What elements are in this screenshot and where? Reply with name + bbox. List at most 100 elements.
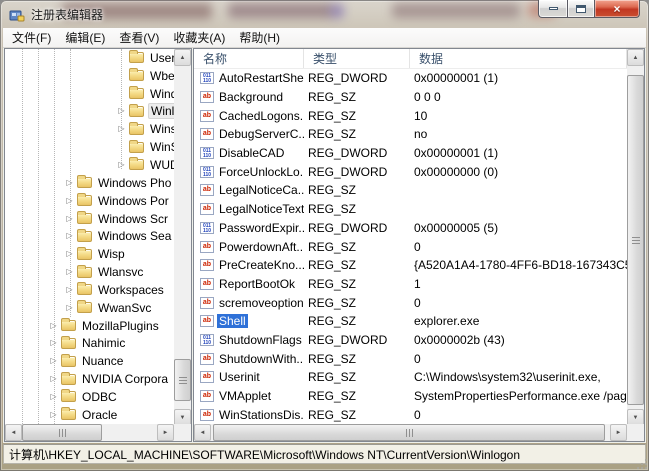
expand-arrow-icon[interactable]: ▷ xyxy=(49,375,58,383)
value-name-cell: 011110DisableCAD xyxy=(194,146,304,160)
tree-item-wisp[interactable]: ▷Wisp xyxy=(5,245,174,263)
close-button[interactable]: × xyxy=(595,0,640,18)
registry-value-row[interactable]: 011110ForceUnlockLo...REG_DWORD0x0000000… xyxy=(194,162,627,181)
tree-item-wlansvc[interactable]: ▷ Wlansvc xyxy=(5,263,174,281)
registry-value-row[interactable]: abLegalNoticeTextREG_SZ xyxy=(194,200,627,219)
registry-value-row[interactable]: 011110PasswordExpir...REG_DWORD0x0000000… xyxy=(194,219,627,238)
registry-value-row[interactable]: abShellREG_SZexplorer.exe xyxy=(194,312,627,331)
expand-arrow-icon[interactable]: ▷ xyxy=(49,393,58,401)
registry-value-row[interactable]: abUserinitREG_SZC:\Windows\system32\user… xyxy=(194,368,627,387)
registry-value-row[interactable]: abDebugServerC...REG_SZno xyxy=(194,125,627,144)
tree-vscroll-thumb[interactable] xyxy=(174,359,191,401)
expand-arrow-icon[interactable]: ▷ xyxy=(65,286,74,294)
folder-icon xyxy=(77,302,92,313)
expand-arrow-icon[interactable]: ▷ xyxy=(49,411,58,419)
column-header-data[interactable]: 数据 xyxy=(410,49,627,68)
list-vscroll-thumb[interactable] xyxy=(627,75,644,405)
column-header-type[interactable]: 类型 xyxy=(304,49,410,68)
tree-item-nvidia-corpora[interactable]: ▷NVIDIA Corpora xyxy=(5,370,174,388)
scroll-up-icon[interactable]: ▲ xyxy=(627,49,644,66)
value-list: 011110AutoRestartShellREG_DWORD0x0000000… xyxy=(194,69,627,424)
registry-value-row[interactable]: 011110AutoRestartShellREG_DWORD0x0000000… xyxy=(194,69,627,88)
list-vertical-scrollbar[interactable]: ▲ ▼ xyxy=(627,49,644,426)
tree-item-windows-por[interactable]: ▷Windows Por xyxy=(5,192,174,210)
value-type: REG_DWORD xyxy=(304,146,410,160)
expand-arrow-icon[interactable]: ▷ xyxy=(65,304,74,312)
expand-arrow-icon[interactable]: ▷ xyxy=(65,215,74,223)
value-data: 1 xyxy=(410,277,627,291)
registry-value-row[interactable]: abBackgroundREG_SZ0 0 0 xyxy=(194,88,627,107)
expand-arrow-icon[interactable]: ▷ xyxy=(65,179,74,187)
tree-vertical-scrollbar[interactable]: ▲ ▼ xyxy=(174,49,191,426)
expand-arrow-icon[interactable]: ▷ xyxy=(117,107,126,115)
menu-item-favorites[interactable]: 收藏夹(A) xyxy=(166,27,232,48)
tree-item-winlog[interactable]: ▷Winlog xyxy=(5,103,174,121)
tree-item-nahimic[interactable]: ▷Nahimic xyxy=(5,335,174,353)
scroll-up-icon[interactable]: ▲ xyxy=(174,49,191,66)
registry-value-row[interactable]: abPreCreateKno...REG_SZ{A520A1A4-1780-4F… xyxy=(194,256,627,275)
expand-arrow-icon[interactable]: ▷ xyxy=(117,125,126,133)
tree-item-label: Wlansvc xyxy=(96,265,145,279)
menu-item-help[interactable]: 帮助(H) xyxy=(232,27,287,48)
regedit-app-icon xyxy=(9,7,25,23)
minimize-button[interactable] xyxy=(538,0,567,18)
value-type: REG_SZ xyxy=(304,296,410,310)
tree-item-mozillaplugins[interactable]: ▷MozillaPlugins xyxy=(5,317,174,335)
expand-arrow-icon[interactable]: ▷ xyxy=(49,322,58,330)
column-header-name[interactable]: 名称 xyxy=(194,49,304,68)
title-bar[interactable]: 注册表编辑器 × xyxy=(0,0,649,28)
tree-item-userin[interactable]: Userin xyxy=(5,49,174,67)
tree-item-wwansvc[interactable]: ▷WwanSvc xyxy=(5,299,174,317)
tree-horizontal-scrollbar[interactable]: ◄ ► xyxy=(5,424,174,441)
expand-arrow-icon[interactable]: ▷ xyxy=(49,357,58,365)
scroll-right-icon[interactable]: ► xyxy=(610,424,627,441)
tree-hscroll-thumb[interactable] xyxy=(22,424,102,441)
value-name: DisableCAD xyxy=(217,146,286,160)
tree-item-nuance[interactable]: ▷Nuance xyxy=(5,352,174,370)
registry-value-row[interactable]: abscremoveoptionREG_SZ0 xyxy=(194,293,627,312)
tree-item-winsa[interactable]: WinSA xyxy=(5,138,174,156)
expand-arrow-icon[interactable]: ▷ xyxy=(65,268,74,276)
registry-value-row[interactable]: 011110ShutdownFlagsREG_DWORD0x0000002b (… xyxy=(194,331,627,350)
tree-item-windo[interactable]: Windo xyxy=(5,85,174,103)
tree-item-windows-sea[interactable]: ▷Windows Sea xyxy=(5,227,174,245)
maximize-button[interactable] xyxy=(567,0,595,18)
scroll-right-icon[interactable]: ► xyxy=(157,424,174,441)
registry-tree-pane: UserinWbemWindo▷Winlog▷WinsatWinSA▷WUDF▷… xyxy=(4,48,192,442)
expand-arrow-icon[interactable]: ▷ xyxy=(49,339,58,347)
menu-item-file[interactable]: 文件(F) xyxy=(5,27,58,48)
registry-value-row[interactable]: abWinStationsDis...REG_SZ0 xyxy=(194,405,627,424)
tree-item-odbc[interactable]: ▷ODBC xyxy=(5,388,174,406)
tree-item-wudf[interactable]: ▷WUDF xyxy=(5,156,174,174)
tree-item-winsat[interactable]: ▷Winsat xyxy=(5,120,174,138)
expand-arrow-icon[interactable]: ▷ xyxy=(65,250,74,258)
registry-value-row[interactable]: abReportBootOkREG_SZ1 xyxy=(194,275,627,294)
registry-value-row[interactable]: 011110DisableCADREG_DWORD0x00000001 (1) xyxy=(194,144,627,163)
expand-arrow-icon[interactable]: ▷ xyxy=(65,197,74,205)
registry-value-row[interactable]: abCachedLogons...REG_SZ10 xyxy=(194,106,627,125)
registry-value-row[interactable]: abPowerdownAft...REG_SZ0 xyxy=(194,237,627,256)
value-type: REG_SZ xyxy=(304,370,410,384)
tree-item-workspaces[interactable]: ▷Workspaces xyxy=(5,281,174,299)
menu-item-edit[interactable]: 编辑(E) xyxy=(58,27,112,48)
tree-item-oracle[interactable]: ▷Oracle xyxy=(5,406,174,424)
resize-grip[interactable] xyxy=(635,457,648,470)
registry-value-row[interactable]: abShutdownWith...REG_SZ0 xyxy=(194,349,627,368)
menu-item-view[interactable]: 查看(V) xyxy=(112,27,166,48)
tree-item-windows-scr[interactable]: ▷Windows Scr xyxy=(5,210,174,228)
reg-sz-icon: ab xyxy=(200,353,214,365)
scroll-left-icon[interactable]: ◄ xyxy=(5,424,22,441)
reg-sz-icon: ab xyxy=(200,371,214,383)
tree-item-windows-pho[interactable]: ▷Windows Pho xyxy=(5,174,174,192)
registry-value-row[interactable]: abLegalNoticeCa...REG_SZ xyxy=(194,181,627,200)
value-name-cell: 011110ForceUnlockLo... xyxy=(194,165,304,179)
registry-value-row[interactable]: abVMAppletREG_SZSystemPropertiesPerforma… xyxy=(194,387,627,406)
tree-item-wbem[interactable]: Wbem xyxy=(5,67,174,85)
reg-sz-icon: ab xyxy=(200,297,214,309)
list-hscroll-thumb[interactable] xyxy=(213,424,605,441)
expand-arrow-icon[interactable]: ▷ xyxy=(65,232,74,240)
expand-arrow-icon[interactable]: ▷ xyxy=(117,161,126,169)
scroll-left-icon[interactable]: ◄ xyxy=(194,424,211,441)
value-name: LegalNoticeText xyxy=(217,202,304,216)
list-horizontal-scrollbar[interactable]: ◄ ► xyxy=(194,424,627,441)
